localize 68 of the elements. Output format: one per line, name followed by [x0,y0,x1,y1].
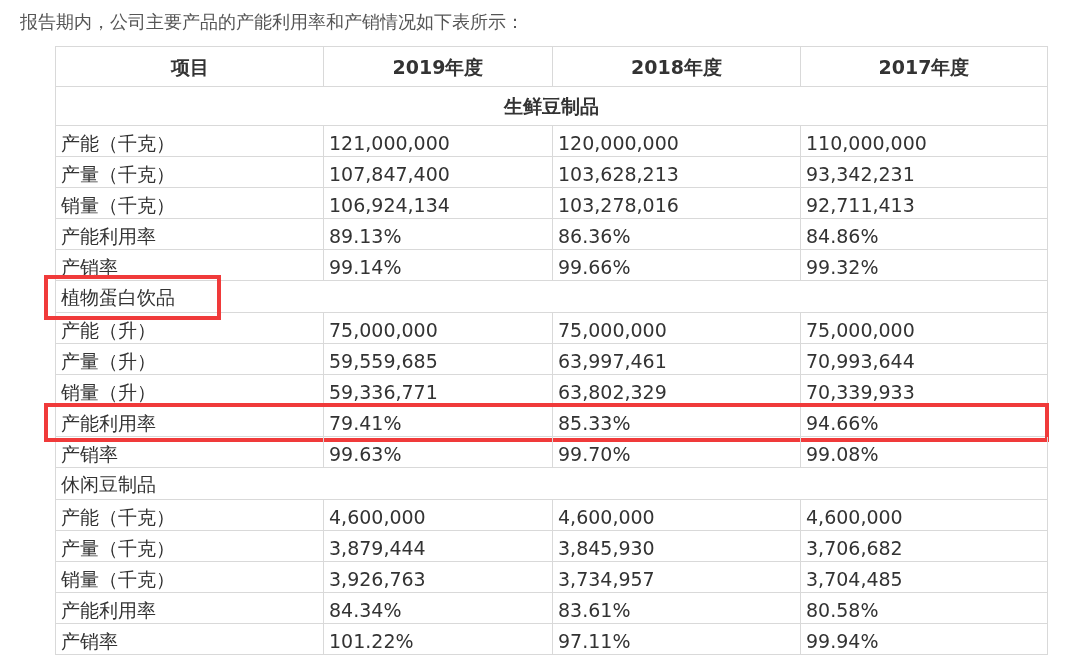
table-cell: 销量（千克） [56,562,324,593]
table-cell: 63,997,461 [553,344,801,375]
table-cell: 产量（千克） [56,531,324,562]
table-cell: 产销率 [56,250,324,281]
section-title: 休闲豆制品 [60,473,156,495]
table-cell: 产能利用率 [56,406,324,437]
table-cell: 99.32% [801,250,1048,281]
table-cell: 产能（千克） [56,126,324,157]
table-cell: 99.70% [553,437,801,468]
table-cell: 120,000,000 [553,126,801,157]
table-cell: 4,600,000 [324,500,553,531]
table-cell: 产销率 [56,437,324,468]
table-cell: 106,924,134 [324,188,553,219]
column-header: 2017年度 [801,47,1048,87]
table-cell: 3,734,957 [553,562,801,593]
table-cell: 89.13% [324,219,553,250]
table-cell: 产能利用率 [56,593,324,624]
table-cell: 4,600,000 [801,500,1048,531]
table-cell: 产能利用率 [56,219,324,250]
table-cell: 86.36% [553,219,801,250]
table-cell: 80.58% [801,593,1048,624]
table-cell: 产能（千克） [56,500,324,531]
column-header: 项目 [56,47,324,87]
table-cell: 99.66% [553,250,801,281]
table-cell: 70,339,933 [801,375,1048,406]
table-cell: 3,845,930 [553,531,801,562]
table-cell: 75,000,000 [324,313,553,344]
table-cell: 110,000,000 [801,126,1048,157]
table-cell: 94.66% [801,406,1048,437]
table-cell: 63,802,329 [553,375,801,406]
table-cell: 70,993,644 [801,344,1048,375]
table-cell: 3,704,485 [801,562,1048,593]
table-cell: 93,342,231 [801,157,1048,188]
table-cell: 产量（千克） [56,157,324,188]
column-header: 2019年度 [324,47,553,87]
table-cell: 103,278,016 [553,188,801,219]
table-cell: 103,628,213 [553,157,801,188]
table-cell: 84.34% [324,593,553,624]
table-cell: 销量（千克） [56,188,324,219]
table-cell: 97.11% [553,624,801,655]
table-cell: 75,000,000 [801,313,1048,344]
table-cell: 产量（升） [56,344,324,375]
table-cell: 产销率 [56,624,324,655]
table-cell: 销量（升） [56,375,324,406]
table-cell: 4,600,000 [553,500,801,531]
table-cell: 121,000,000 [324,126,553,157]
table-cell: 84.86% [801,219,1048,250]
table-cell: 107,847,400 [324,157,553,188]
table-cell: 75,000,000 [553,313,801,344]
column-header: 2018年度 [553,47,801,87]
section-title: 生鲜豆制品 [504,95,599,117]
table-cell: 99.14% [324,250,553,281]
table-cell: 83.61% [553,593,801,624]
table-cell: 101.22% [324,624,553,655]
table-cell: 99.08% [801,437,1048,468]
table-cell: 79.41% [324,406,553,437]
table-cell: 产能（升） [56,313,324,344]
table-cell: 3,879,444 [324,531,553,562]
table-cell: 99.94% [801,624,1048,655]
table-cell: 59,336,771 [324,375,553,406]
section-title: 植物蛋白饮品 [60,286,175,308]
intro-text: 报告期内，公司主要产品的产能利用率和产销情况如下表所示： [20,10,525,34]
table-cell: 92,711,413 [801,188,1048,219]
table-cell: 99.63% [324,437,553,468]
table-cell: 59,559,685 [324,344,553,375]
table-cell: 3,706,682 [801,531,1048,562]
table-cell: 85.33% [553,406,801,437]
table-cell: 3,926,763 [324,562,553,593]
